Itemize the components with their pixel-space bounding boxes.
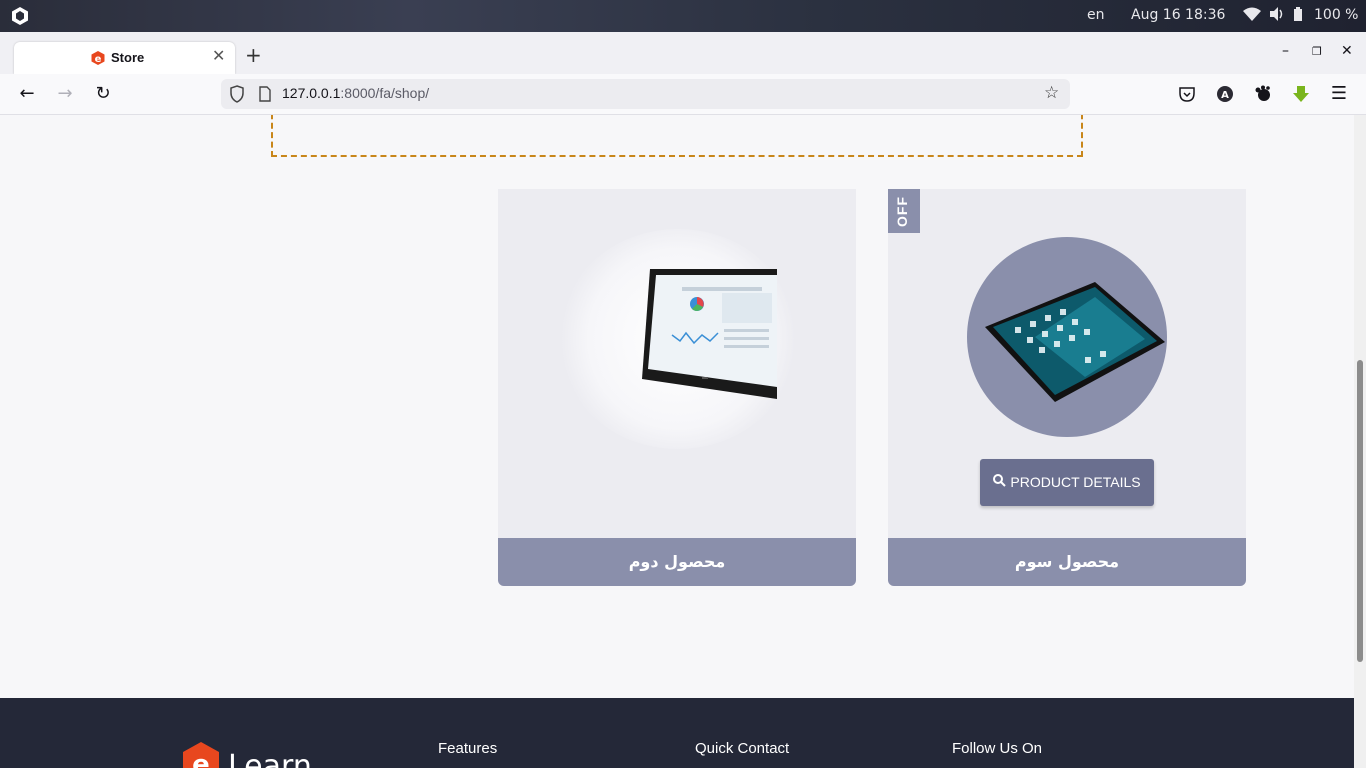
product-name[interactable]: محصول دوم <box>498 538 856 586</box>
url-bar[interactable]: 127.0.0.1:8000/fa/shop/ ☆ <box>221 79 1070 109</box>
page-content: محصول دوم OFF PRODUCT DETAILS محصول سوم … <box>0 115 1354 768</box>
search-icon <box>993 459 1007 506</box>
battery-level: 100 % <box>1314 7 1359 23</box>
dashed-container <box>271 115 1083 157</box>
page-info-icon[interactable] <box>258 86 272 102</box>
distro-logo-icon[interactable] <box>10 6 30 26</box>
close-tab-icon[interactable]: ✕ <box>212 46 228 65</box>
back-icon[interactable]: ← <box>16 83 38 104</box>
svg-text:A: A <box>1221 90 1229 101</box>
clock[interactable]: Aug 16 18:36 <box>1131 7 1225 23</box>
shield-icon[interactable] <box>229 85 245 103</box>
account-icon[interactable]: A <box>1216 85 1234 103</box>
footer-heading-features: Features <box>438 740 498 757</box>
os-top-bar: en Aug 16 18:36 100 % <box>0 0 1366 32</box>
wifi-icon <box>1243 7 1261 21</box>
product-details-button[interactable]: PRODUCT DETAILS <box>980 459 1154 506</box>
product-card[interactable]: محصول دوم <box>498 189 856 586</box>
close-window-icon[interactable]: ✕ <box>1341 43 1353 59</box>
ipad-product-image <box>985 282 1165 402</box>
pocket-icon[interactable] <box>1178 85 1196 103</box>
navigation-bar: ← → ↻ 127.0.0.1:8000/fa/shop/ ☆ A ☰ <box>0 74 1366 115</box>
url-host: 127.0.0.1 <box>282 85 341 101</box>
new-tab-icon[interactable]: + <box>245 43 262 67</box>
menu-icon[interactable]: ☰ <box>1328 83 1350 104</box>
elearn-favicon-icon: e <box>91 51 105 65</box>
volume-icon <box>1270 7 1283 21</box>
tab-title: Store <box>111 50 145 65</box>
off-badge-label: OFF <box>894 196 910 227</box>
product-details-label: PRODUCT DETAILS <box>1010 474 1141 490</box>
page-scrollbar[interactable] <box>1354 115 1366 768</box>
svg-text:e: e <box>95 54 102 65</box>
footer-heading-quick-contact: Quick Contact <box>695 740 790 757</box>
system-tray[interactable] <box>1243 7 1303 21</box>
keyboard-language[interactable]: en <box>1087 7 1105 23</box>
elearn-logo[interactable]: e Learn <box>183 742 333 768</box>
site-footer: e Learn Features Quick Contact Follow Us… <box>0 698 1354 768</box>
forward-icon[interactable]: → <box>54 83 76 104</box>
footer-heading-follow-us: Follow Us On <box>952 740 1043 757</box>
bookmark-star-icon[interactable]: ☆ <box>1044 83 1059 103</box>
product-card[interactable]: OFF PRODUCT DETAILS محصول سوم <box>888 189 1246 586</box>
download-icon[interactable] <box>1292 85 1310 103</box>
footer-logo-text: Learn <box>228 749 312 768</box>
tablet-product-image[interactable] <box>642 269 777 399</box>
product-image-circle[interactable] <box>967 237 1167 437</box>
restore-icon[interactable]: ❐ <box>1312 45 1322 58</box>
gnome-extension-icon[interactable] <box>1254 85 1272 103</box>
svg-text:e: e <box>192 750 210 768</box>
url-text[interactable]: 127.0.0.1:8000/fa/shop/ <box>282 85 429 101</box>
reload-icon[interactable]: ↻ <box>92 83 114 104</box>
battery-icon <box>1294 7 1302 21</box>
tab-store[interactable]: e Store ✕ <box>14 42 235 74</box>
product-name[interactable]: محصول سوم <box>888 538 1246 586</box>
off-badge: OFF <box>888 189 920 233</box>
scrollbar-thumb[interactable] <box>1357 360 1363 662</box>
url-path: :8000/fa/shop/ <box>340 85 430 101</box>
minimize-icon[interactable]: – <box>1282 43 1289 59</box>
tab-strip: e Store ✕ + – ❐ ✕ <box>0 32 1366 74</box>
